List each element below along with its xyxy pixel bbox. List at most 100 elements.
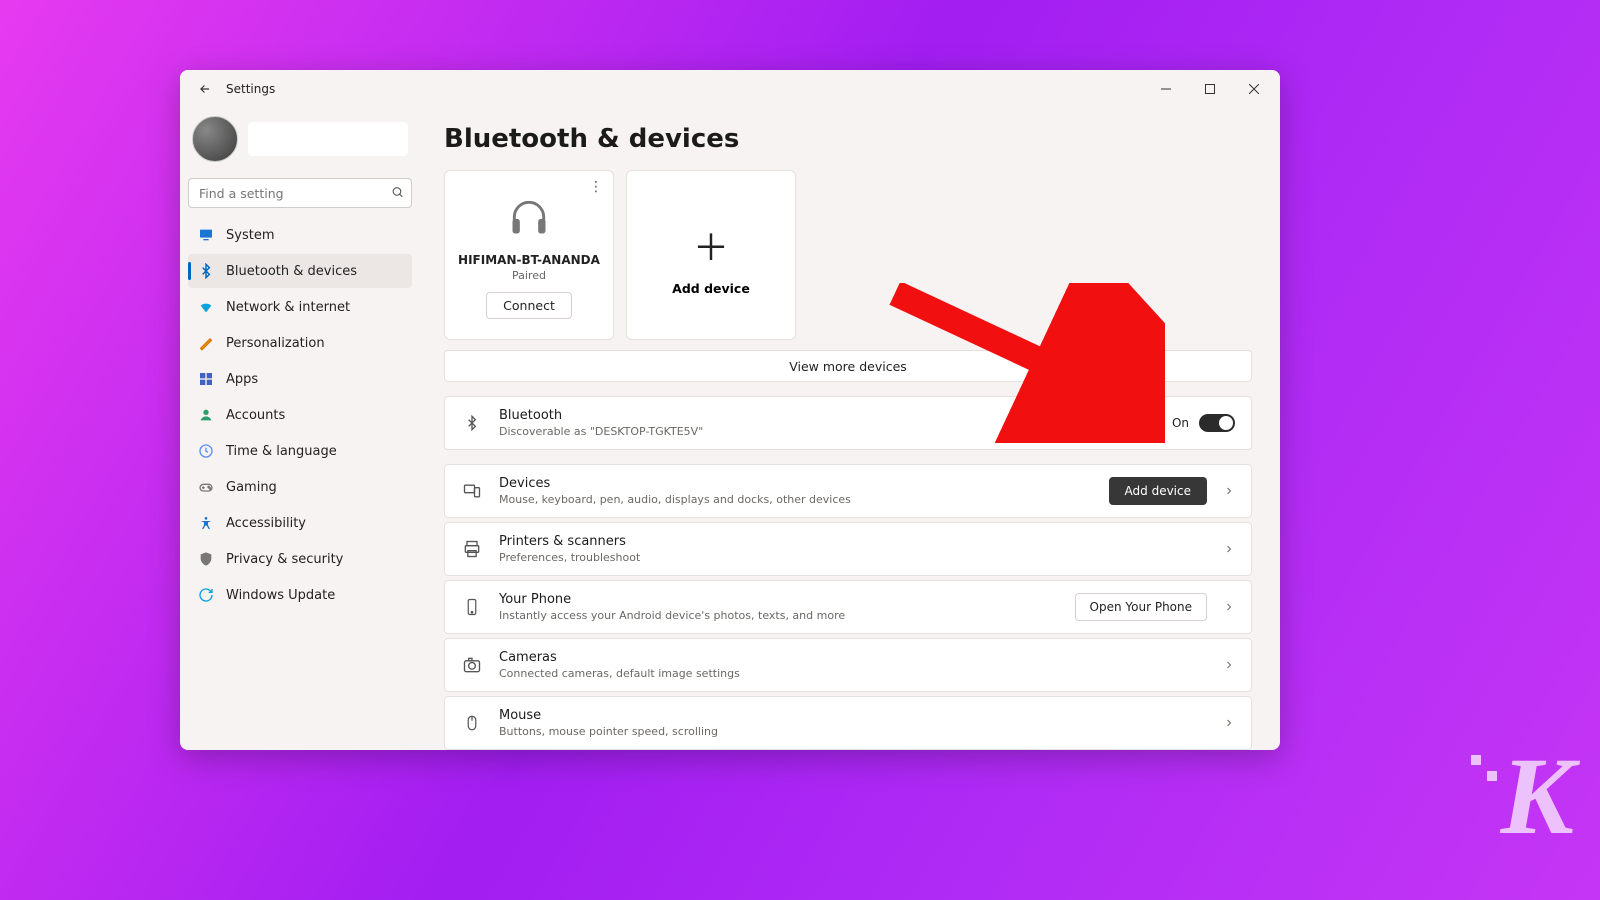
view-more-devices[interactable]: View more devices xyxy=(444,350,1252,382)
main-content[interactable]: Bluetooth & devices ⋮ HIFIMAN-BT-ANANDA … xyxy=(420,108,1280,750)
apps-icon xyxy=(198,371,214,387)
plus-icon: ＋ xyxy=(693,219,729,271)
bluetooth-icon xyxy=(198,263,214,279)
privacy-icon xyxy=(198,551,214,567)
sidebar-item-label: Gaming xyxy=(226,480,277,495)
nav-list: System Bluetooth & devices Network & inter… xyxy=(188,218,412,612)
row-subtitle: Mouse, keyboard, pen, audio, displays an… xyxy=(499,493,1093,506)
search-container xyxy=(188,178,412,208)
search-input[interactable] xyxy=(188,178,412,208)
bluetooth-subtitle: Discoverable as "DESKTOP-TGKTE5V" xyxy=(499,425,1156,438)
devices-icon xyxy=(461,481,483,501)
row-title: Your Phone xyxy=(499,592,1059,607)
accessibility-icon xyxy=(198,515,214,531)
chevron-right-icon xyxy=(1223,540,1235,559)
sidebar-item-label: Bluetooth & devices xyxy=(226,264,357,279)
sidebar-item-accounts[interactable]: Accounts xyxy=(188,398,412,432)
row-title: Devices xyxy=(499,476,1093,491)
wifi-icon xyxy=(198,299,214,315)
system-icon xyxy=(198,227,214,243)
sidebar-item-label: Privacy & security xyxy=(226,552,343,567)
bluetooth-state-label: On xyxy=(1172,416,1189,430)
sidebar-item-personalize[interactable]: Personalization xyxy=(188,326,412,360)
minimize-button[interactable] xyxy=(1144,73,1188,105)
row-phone[interactable]: Your PhoneInstantly access your Android … xyxy=(444,580,1252,634)
sidebar-item-system[interactable]: System xyxy=(188,218,412,252)
toggle-switch[interactable] xyxy=(1199,414,1235,432)
row-printer[interactable]: Printers & scannersPreferences, troubles… xyxy=(444,522,1252,576)
row-devices[interactable]: Devices Mouse, keyboard, pen, audio, disp… xyxy=(444,464,1252,518)
connect-button[interactable]: Connect xyxy=(486,292,572,319)
maximize-icon xyxy=(1205,84,1215,94)
device-more-button[interactable]: ⋮ xyxy=(589,179,603,195)
sidebar-item-privacy[interactable]: Privacy & security xyxy=(188,542,412,576)
row-mouse[interactable]: Mouse Buttons, mouse pointer speed, scrol… xyxy=(444,696,1252,750)
settings-rows: Devices Mouse, keyboard, pen, audio, disp… xyxy=(444,464,1252,750)
camera-icon xyxy=(461,655,483,675)
headphones-icon xyxy=(507,191,551,243)
phone-icon xyxy=(461,598,483,616)
device-tile[interactable]: ⋮ HIFIMAN-BT-ANANDA Paired Connect xyxy=(444,170,614,340)
device-name: HIFIMAN-BT-ANANDA xyxy=(458,253,600,267)
sidebar-item-label: System xyxy=(226,228,274,243)
settings-window: Settings Syst xyxy=(180,70,1280,750)
row-subtitle: Preferences, troubleshoot xyxy=(499,551,1207,564)
titlebar: Settings xyxy=(180,70,1280,108)
row-title: Cameras xyxy=(499,650,1207,665)
row-action-button[interactable]: Open Your Phone xyxy=(1075,593,1207,621)
sidebar-item-gaming[interactable]: Gaming xyxy=(188,470,412,504)
sidebar-item-wifi[interactable]: Network & internet xyxy=(188,290,412,324)
back-button[interactable] xyxy=(190,74,220,104)
row-action-button[interactable]: Add device xyxy=(1109,477,1207,505)
bluetooth-row: Bluetooth Discoverable as "DESKTOP-TGKTE… xyxy=(444,396,1252,450)
time-icon xyxy=(198,443,214,459)
mouse-icon xyxy=(461,714,483,732)
row-subtitle: Buttons, mouse pointer speed, scrolling xyxy=(499,725,1207,738)
bluetooth-title: Bluetooth xyxy=(499,408,1156,423)
sidebar-item-label: Personalization xyxy=(226,336,325,351)
account-header[interactable] xyxy=(188,112,412,172)
chevron-right-icon xyxy=(1223,656,1235,675)
close-icon xyxy=(1249,84,1259,94)
sidebar-item-accessibility[interactable]: Accessibility xyxy=(188,506,412,540)
gaming-icon xyxy=(198,479,214,495)
chevron-right-icon xyxy=(1223,714,1235,733)
sidebar-item-time[interactable]: Time & language xyxy=(188,434,412,468)
sidebar-item-label: Windows Update xyxy=(226,588,335,603)
window-controls xyxy=(1144,73,1276,105)
page-title: Bluetooth & devices xyxy=(444,124,1252,154)
account-name-placeholder xyxy=(248,122,408,156)
add-device-tile[interactable]: ＋ Add device xyxy=(626,170,796,340)
sidebar-item-update[interactable]: Windows Update xyxy=(188,578,412,612)
sidebar-item-label: Apps xyxy=(226,372,258,387)
printer-icon xyxy=(461,539,483,559)
sidebar-item-apps[interactable]: Apps xyxy=(188,362,412,396)
sidebar-item-label: Accessibility xyxy=(226,516,306,531)
watermark: K xyxy=(1501,733,1570,860)
device-tiles: ⋮ HIFIMAN-BT-ANANDA Paired Connect ＋ Add… xyxy=(444,170,1252,340)
chevron-right-icon xyxy=(1223,598,1235,617)
sidebar-item-label: Network & internet xyxy=(226,300,350,315)
sidebar-item-label: Accounts xyxy=(226,408,285,423)
close-button[interactable] xyxy=(1232,73,1276,105)
device-status: Paired xyxy=(512,269,546,282)
row-camera[interactable]: Cameras Connected cameras, default image … xyxy=(444,638,1252,692)
sidebar-item-bluetooth[interactable]: Bluetooth & devices xyxy=(188,254,412,288)
update-icon xyxy=(198,587,214,603)
add-device-label: Add device xyxy=(672,281,750,296)
arrow-left-icon xyxy=(198,82,212,96)
maximize-button[interactable] xyxy=(1188,73,1232,105)
row-title: Mouse xyxy=(499,708,1207,723)
chevron-right-icon xyxy=(1223,482,1235,501)
window-body: System Bluetooth & devices Network & inter… xyxy=(180,108,1280,750)
minimize-icon xyxy=(1161,84,1171,94)
sidebar-item-label: Time & language xyxy=(226,444,337,459)
row-subtitle: Connected cameras, default image setting… xyxy=(499,667,1207,680)
personalize-icon xyxy=(198,335,214,351)
bluetooth-icon xyxy=(461,415,483,431)
avatar xyxy=(192,116,238,162)
sidebar: System Bluetooth & devices Network & inter… xyxy=(180,108,420,750)
app-title: Settings xyxy=(226,82,275,96)
accounts-icon xyxy=(198,407,214,423)
bluetooth-toggle[interactable]: On xyxy=(1172,414,1235,432)
